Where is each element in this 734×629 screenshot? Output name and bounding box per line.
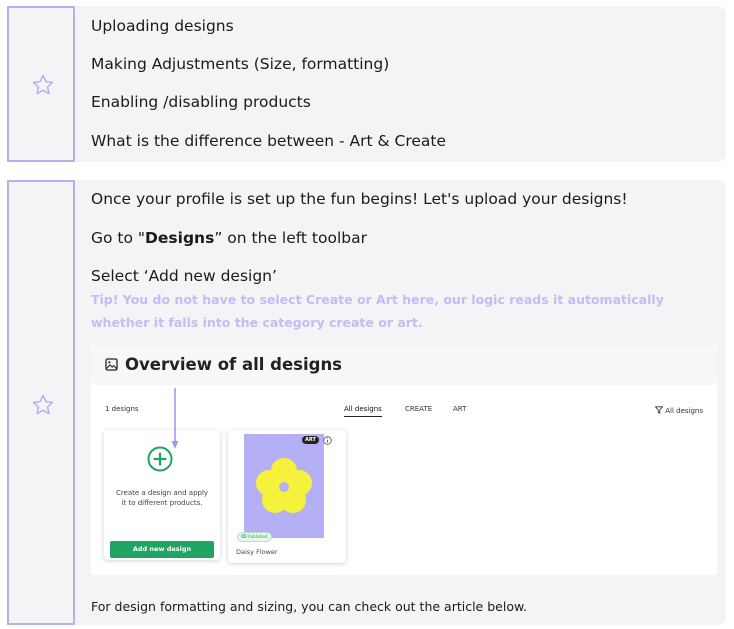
filter-icon bbox=[654, 406, 664, 415]
status-label: Published bbox=[248, 534, 268, 539]
image-icon bbox=[105, 358, 118, 371]
topic-card-1: Uploading designs Making Adjustments (Si… bbox=[7, 6, 726, 162]
status-badge: Published bbox=[237, 532, 272, 542]
card-gutter bbox=[7, 6, 75, 162]
goto-suffix: ” on the left toolbar bbox=[214, 229, 367, 247]
goto-text: Go to "Designs” on the left toolbar bbox=[91, 228, 367, 248]
designs-overview-screenshot: Overview of all designs 1 designs All de… bbox=[91, 345, 717, 575]
topic-card-2: Once your profile is set up the fun begi… bbox=[7, 180, 726, 625]
list-item-enabling: Enabling /disabling products bbox=[91, 93, 311, 111]
intro-text: Once your profile is set up the fun begi… bbox=[91, 190, 628, 208]
create-design-tile[interactable]: Create a design and apply it to differen… bbox=[104, 430, 220, 560]
filter-button[interactable]: All designs bbox=[654, 406, 704, 415]
tip-text: Tip! You do not have to select Create or… bbox=[91, 292, 664, 330]
list-item-difference: What is the difference between - Art & C… bbox=[91, 132, 447, 150]
tab-art[interactable]: ART bbox=[453, 405, 466, 413]
designs-bold: Designs bbox=[145, 229, 215, 247]
filter-label: All designs bbox=[665, 407, 704, 415]
tab-create[interactable]: CREATE bbox=[405, 405, 432, 413]
star-icon[interactable] bbox=[31, 393, 55, 417]
add-new-design-button[interactable]: Add new design bbox=[110, 541, 214, 558]
goto-prefix: Go to " bbox=[91, 229, 146, 247]
eye-icon bbox=[241, 534, 247, 538]
design-thumbnail[interactable] bbox=[244, 434, 324, 538]
overview-header: Overview of all designs bbox=[91, 345, 717, 385]
card-gutter bbox=[7, 180, 75, 625]
list-item-uploading: Uploading designs bbox=[91, 17, 234, 35]
flower-image bbox=[256, 458, 312, 513]
info-icon[interactable] bbox=[323, 436, 332, 445]
footer-text: For design formatting and sizing, you ca… bbox=[91, 599, 528, 614]
art-badge: ART bbox=[302, 436, 319, 444]
tab-all-designs[interactable]: All designs bbox=[344, 405, 382, 417]
design-card-daisy[interactable]: ART Published Daisy Flower bbox=[228, 430, 346, 563]
select-text: Select ‘Add new design’ bbox=[91, 267, 277, 285]
star-icon[interactable] bbox=[31, 73, 55, 97]
design-count: 1 designs bbox=[105, 405, 139, 413]
create-design-text: Create a design and apply it to differen… bbox=[115, 489, 209, 507]
annotation-arrow bbox=[171, 388, 179, 449]
design-name: Daisy Flower bbox=[236, 548, 278, 556]
list-item-adjustments: Making Adjustments (Size, formatting) bbox=[91, 55, 390, 73]
overview-title: Overview of all designs bbox=[125, 355, 343, 374]
